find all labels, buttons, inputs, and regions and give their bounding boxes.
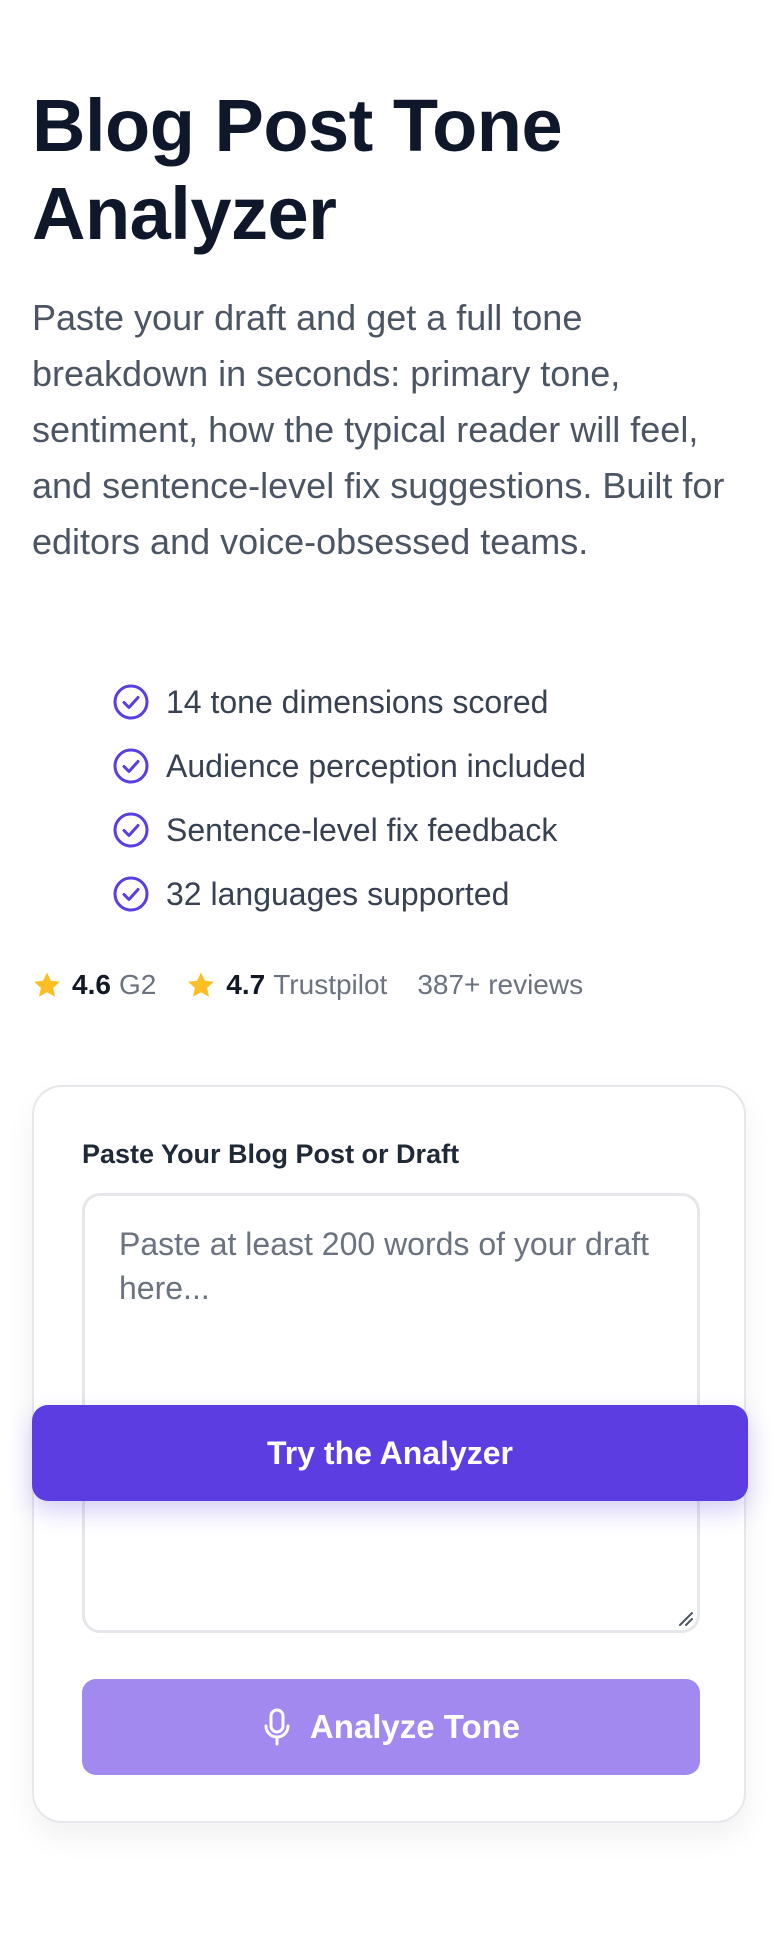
feature-item: 32 languages supported — [112, 862, 586, 926]
rating-score: 4.6 — [72, 969, 111, 1000]
ratings-row: 4.6 G2 4.7 Trustpilot 387+ reviews — [32, 962, 583, 1008]
draft-field-label: Paste Your Blog Post or Draft — [82, 1139, 460, 1169]
star-icon — [188, 972, 215, 997]
check-circle-icon — [112, 747, 150, 785]
try-analyzer-button[interactable]: Try the Analyzer — [32, 1405, 748, 1501]
page-title: Blog Post Tone Analyzer — [32, 84, 563, 255]
rating-source: G2 — [118, 969, 157, 1000]
analyze-tone-label: Analyze Tone — [309, 1708, 521, 1745]
rating-trustpilot: 4.7 Trustpilot — [186, 969, 387, 1001]
feature-label: 14 tone dimensions scored — [166, 683, 549, 720]
rating-g2: 4.6 G2 — [32, 969, 156, 1001]
analyze-tone-button[interactable]: Analyze Tone — [82, 1679, 700, 1775]
feature-item: 14 tone dimensions scored — [112, 670, 586, 734]
check-circle-icon — [112, 683, 150, 721]
microphone-icon — [264, 1708, 290, 1746]
feature-list: 14 tone dimensions scored Audience perce… — [112, 670, 586, 926]
feature-item: Audience perception included — [112, 734, 586, 798]
feature-label: Sentence-level fix feedback — [166, 811, 558, 848]
feature-label: 32 languages supported — [166, 875, 510, 912]
rating-score: 4.7 — [226, 969, 266, 1000]
check-circle-icon — [112, 875, 150, 913]
review-count: 387+ reviews — [417, 969, 584, 1000]
page-subtitle: Paste your draft and get a full tone bre… — [32, 297, 725, 562]
feature-label: Audience perception included — [166, 747, 586, 784]
check-circle-icon — [112, 811, 150, 849]
rating-source: Trustpilot — [273, 969, 388, 1000]
resize-handle-icon[interactable] — [674, 1607, 694, 1627]
star-icon — [34, 972, 60, 997]
feature-item: Sentence-level fix feedback — [112, 798, 586, 862]
try-analyzer-label: Try the Analyzer — [266, 1434, 513, 1471]
